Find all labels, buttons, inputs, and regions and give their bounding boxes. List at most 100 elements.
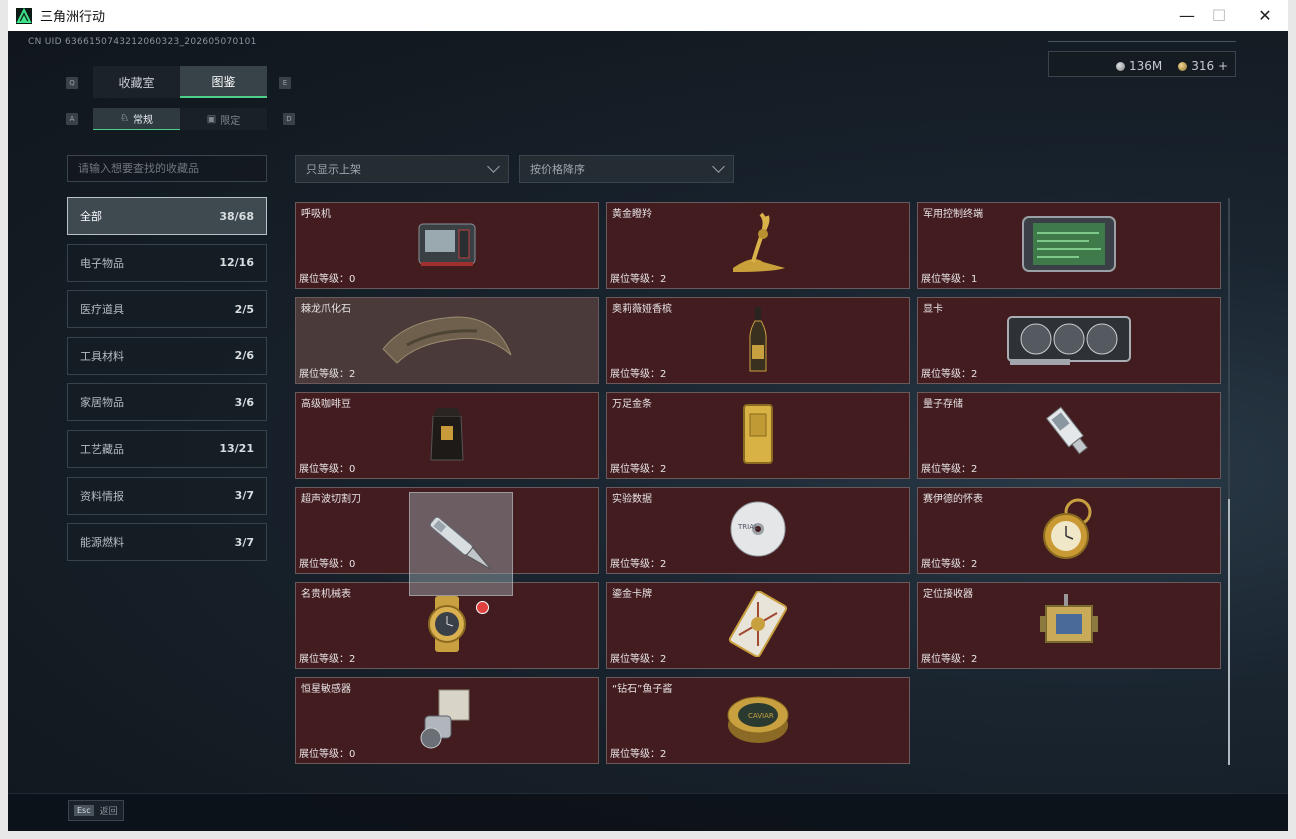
item-level: 展位等级：2 — [299, 369, 356, 380]
category-item[interactable]: 家居物品 3/6 — [67, 383, 267, 422]
item-name: 奥莉薇娅香槟 — [612, 304, 672, 315]
key-hint-e: E — [279, 77, 291, 89]
item-level: 展位等级：0 — [299, 274, 356, 285]
key-hint-d: D — [283, 113, 295, 125]
category-list: 全部 38/68 电子物品 12/16 医疗道具 2/5 工具材料 2/6 家居物品 3/6 工艺藏… — [67, 197, 267, 570]
tab-catalog[interactable]: 图鉴 — [180, 66, 267, 98]
disc-icon: TRIAL — [728, 499, 788, 563]
maximize-button[interactable]: ☐ — [1196, 0, 1242, 31]
category-label: 资料情报 — [80, 489, 124, 503]
collection-screen: CN UID 6366150743212060323_202605070101 … — [8, 31, 1288, 831]
key-hint-a: A — [66, 113, 78, 125]
category-item[interactable]: 资料情报 3/7 — [67, 476, 267, 515]
limited-icon: ▣ — [206, 113, 217, 125]
champagne-icon — [747, 305, 769, 377]
item-level: 展位等级：2 — [610, 559, 667, 570]
collection-item-card[interactable]: 军用控制终端 展位等级：1 — [917, 202, 1221, 289]
category-count: 2/5 — [234, 302, 254, 316]
window-title: 三角洲行动 — [40, 10, 106, 25]
collection-item-card[interactable]: 显卡 展位等级：2 — [917, 297, 1221, 384]
item-level: 展位等级：2 — [610, 464, 667, 475]
bottom-bar — [8, 793, 1288, 831]
category-item[interactable]: 医疗道具 2/5 — [67, 290, 267, 329]
sort-dropdown[interactable]: 按价格降序 — [519, 155, 734, 183]
app-window: 三角洲行动 — ☐ ✕ CN UID 6366150743212060323_2… — [0, 0, 1296, 839]
category-item[interactable]: 电子物品 12/16 — [67, 243, 267, 282]
pocket-watch-icon — [1038, 496, 1100, 566]
key-hint-q: Q — [66, 77, 78, 89]
close-button[interactable]: ✕ — [1242, 0, 1288, 31]
scrollbar-thumb[interactable] — [1228, 499, 1230, 765]
collection-item-card[interactable]: 恒星敏感器 展位等级：0 — [295, 677, 599, 764]
collection-item-card[interactable]: 呼吸机 展位等级：0 — [295, 202, 599, 289]
category-label: 能源燃料 — [80, 536, 124, 550]
item-name: 名贵机械表 — [301, 589, 351, 600]
collection-item-card[interactable]: 高级咖啡豆 展位等级：0 — [295, 392, 599, 479]
gilded-card-icon — [723, 589, 793, 661]
claw-fossil-icon — [377, 309, 517, 373]
category-item[interactable]: 工具材料 2/6 — [67, 336, 267, 375]
item-name: 定位接收器 — [923, 589, 973, 600]
quantum-storage-icon — [1039, 404, 1099, 468]
graphics-card-icon — [1004, 311, 1134, 371]
item-level: 展位等级：2 — [299, 654, 356, 665]
sub-tabs: ♘ 常规 ▣ 限定 — [93, 108, 267, 130]
search-box[interactable] — [67, 155, 267, 182]
ultrasonic-knife-drag-icon — [429, 516, 492, 570]
collection-item-card[interactable]: 棘龙爪化石展位等级：2 — [295, 297, 599, 384]
collection-item-card[interactable]: 黄金瞪羚 展位等级：2 — [606, 202, 910, 289]
locator-receiver-icon — [1034, 592, 1104, 660]
back-button[interactable]: Esc 返回 — [68, 800, 124, 821]
item-level: 展位等级：2 — [610, 369, 667, 380]
item-name: 超声波切割刀 — [301, 494, 361, 505]
collection-item-card[interactable]: 鎏金卡牌展位等级：2 — [606, 582, 910, 669]
category-count: 3/6 — [234, 395, 254, 409]
item-level: 展位等级：2 — [921, 654, 978, 665]
svg-text:CAVIAR: CAVIAR — [748, 712, 774, 720]
item-name: “钻石”鱼子酱 — [612, 684, 673, 695]
item-level: 展位等级：2 — [921, 559, 978, 570]
collection-item-card[interactable]: 赛伊德的怀表 展位等级：2 — [917, 487, 1221, 574]
app-logo-icon — [16, 7, 32, 24]
item-name: 实验数据 — [612, 494, 652, 505]
ventilator-icon — [415, 218, 479, 274]
shelf-filter-dropdown[interactable]: 只显示上架 — [295, 155, 509, 183]
category-item[interactable]: 全部 38/68 — [67, 197, 267, 235]
category-item[interactable]: 能源燃料 3/7 — [67, 523, 267, 562]
item-level: 展位等级：2 — [610, 749, 667, 760]
category-label: 家居物品 — [80, 396, 124, 410]
tab-collection-room[interactable]: 收藏室 — [93, 66, 180, 98]
esc-key-hint: Esc — [74, 805, 94, 816]
item-grid: 呼吸机 展位等级：0 黄金瞪羚 展位等级：2 军用控制终端 展位等级：1 棘龙爪化石 展位等级… — [295, 202, 1221, 765]
tab-limited[interactable]: ▣ 限定 — [180, 108, 267, 130]
category-label: 电子物品 — [80, 256, 124, 270]
prohibited-icon — [476, 601, 489, 614]
category-item[interactable]: 工艺藏品 13/21 — [67, 429, 267, 468]
gold-gazelle-icon — [723, 212, 793, 280]
item-name: 鎏金卡牌 — [612, 589, 652, 600]
svg-text:TRIAL: TRIAL — [737, 523, 758, 531]
coffee-beans-icon — [427, 406, 467, 466]
item-name: 高级咖啡豆 — [301, 399, 351, 410]
collection-item-card[interactable]: 奥莉薇娅香槟 展位等级：2 — [606, 297, 910, 384]
regular-icon: ♘ — [120, 113, 129, 124]
item-name: 量子存储 — [923, 399, 963, 410]
collection-item-card[interactable]: “钻石”鱼子酱 CAVIAR 展位等级：2 — [606, 677, 910, 764]
item-name: 棘龙爪化石 — [301, 304, 351, 315]
collection-item-card[interactable]: 量子存储展位等级：2 — [917, 392, 1221, 479]
collection-item-card[interactable]: 万足金条 展位等级：2 — [606, 392, 910, 479]
category-count: 2/6 — [234, 349, 254, 363]
collection-item-card[interactable]: 定位接收器展位等级：2 — [917, 582, 1221, 669]
search-input[interactable] — [78, 162, 266, 175]
item-level: 展位等级：2 — [610, 654, 667, 665]
caviar-tin-icon: CAVIAR — [726, 691, 790, 751]
item-level: 展位等级：2 — [921, 464, 978, 475]
category-label: 全部 — [80, 210, 102, 223]
main-tabs: 收藏室 图鉴 — [93, 66, 267, 98]
chevron-down-icon — [712, 160, 725, 173]
tab-regular[interactable]: ♘ 常规 — [93, 108, 180, 130]
collection-item-card[interactable]: 实验数据 TRIAL 展位等级：2 — [606, 487, 910, 574]
silver-currency: 136M — [1115, 59, 1162, 73]
drag-preview[interactable] — [409, 492, 513, 596]
gold-currency[interactable]: 316 + — [1178, 59, 1228, 73]
